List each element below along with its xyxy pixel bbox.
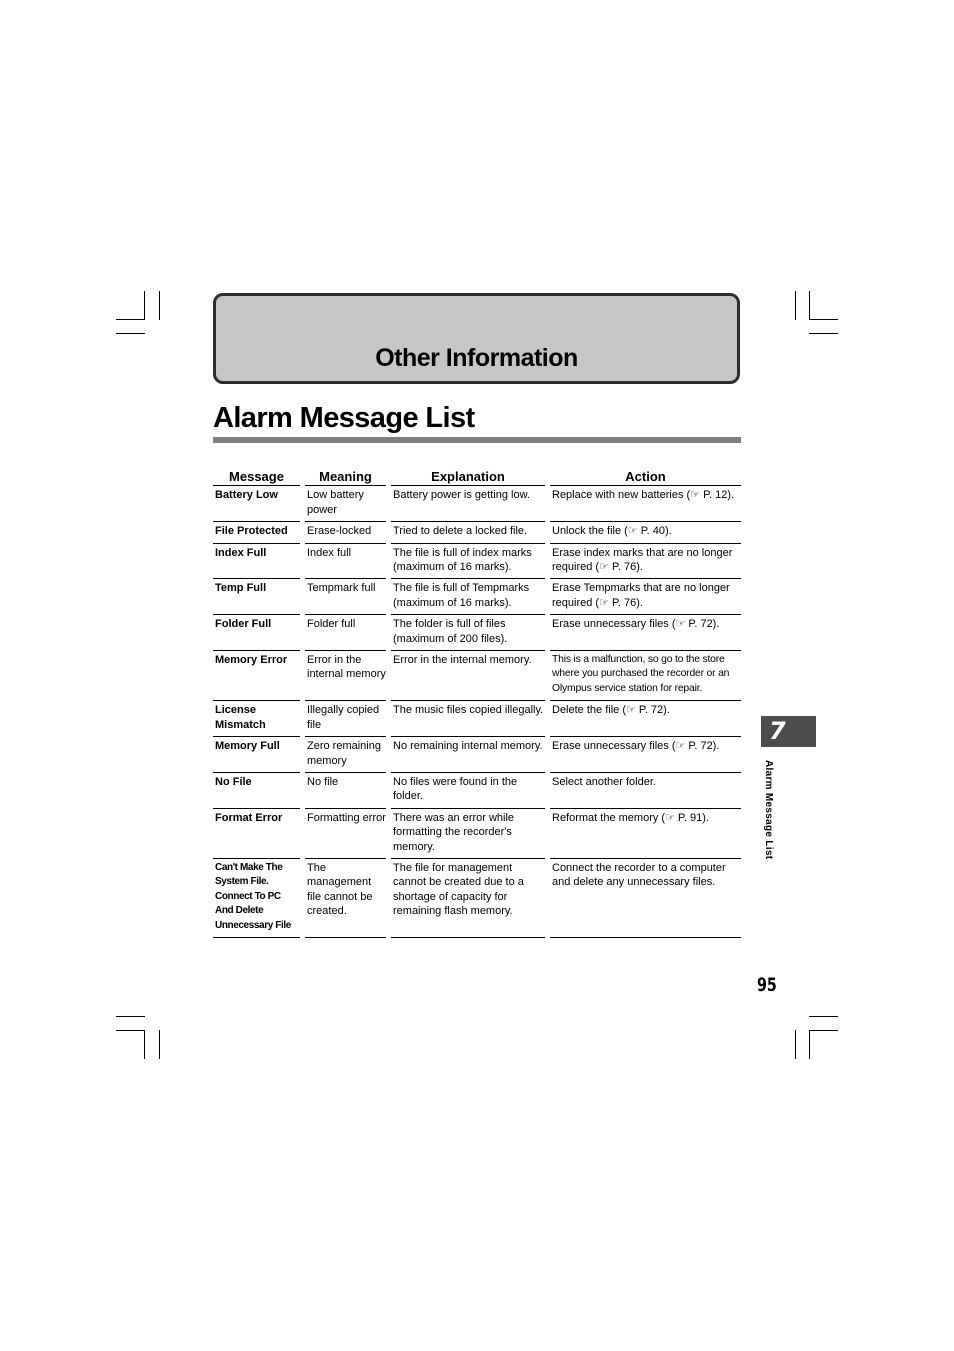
action-cell: Unlock the file (☞ P. 40). — [550, 522, 741, 544]
explanation-cell: The folder is full of files (maximum of … — [391, 615, 545, 652]
message-cell: Can't Make The System File. Connect To P… — [213, 859, 300, 938]
meaning-cell: Formatting error — [305, 809, 386, 859]
action-cell: Reformat the memory (☞ P. 91). — [550, 809, 741, 859]
action-cell: This is a malfunction, so go to the stor… — [550, 651, 741, 702]
meaning-cell: No file — [305, 773, 386, 809]
meaning-cell: Erase-locked — [305, 522, 386, 544]
message-cell: Battery Low — [213, 486, 300, 523]
column-header-message: Message — [213, 469, 300, 487]
table-row: Format Error Formatting error There was an… — [213, 809, 741, 859]
page-number: 95 — [757, 974, 777, 996]
message-cell: Folder Full — [213, 615, 300, 652]
table-row: Temp Full Tempmark full The file is full o… — [213, 579, 741, 616]
action-cell: Erase Tempmarks that are no longer requi… — [550, 579, 741, 616]
meaning-cell: Tempmark full — [305, 579, 386, 616]
explanation-cell: Battery power is getting low. — [391, 486, 545, 523]
explanation-cell: No remaining internal memory. — [391, 737, 545, 773]
meaning-cell: Error in the internal memory — [305, 651, 386, 702]
alarm-message-table: Message Meaning Explanation Action Batte… — [213, 469, 741, 938]
chapter-tab: 7 — [761, 716, 816, 747]
explanation-cell: The file for management cannot be create… — [391, 859, 545, 938]
table-row: No File No file No files were found in the… — [213, 773, 741, 809]
column-header-explanation: Explanation — [391, 469, 545, 487]
column-header-meaning: Meaning — [305, 469, 386, 487]
table-body: Battery Low Low battery power Battery powe… — [213, 486, 741, 938]
message-cell: No File — [213, 773, 300, 809]
action-cell: Delete the file (☞ P. 72). — [550, 701, 741, 738]
message-cell: Index Full — [213, 544, 300, 580]
table-row: License Mismatch Illegally copied file The… — [213, 701, 741, 738]
side-tab-label: Alarm Message List — [763, 760, 774, 860]
message-cell: Temp Full — [213, 579, 300, 616]
chapter-title: Other Information — [375, 344, 578, 372]
meaning-cell: The management file cannot be created. — [305, 859, 386, 938]
explanation-cell: No files were found in the folder. — [391, 773, 545, 809]
message-cell: File Protected — [213, 522, 300, 544]
section-divider — [213, 437, 741, 443]
explanation-cell: There was an error while formatting the … — [391, 809, 545, 859]
action-cell: Connect the recorder to a computer and d… — [550, 859, 741, 938]
explanation-cell: The file is full of index marks (maximum… — [391, 544, 545, 580]
meaning-cell: Index full — [305, 544, 386, 580]
chapter-tab-number: 7 — [769, 717, 786, 745]
message-cell: License Mismatch — [213, 701, 300, 738]
chapter-banner: Other Information — [213, 293, 740, 384]
table-row: File Protected Erase-locked Tried to delet… — [213, 522, 741, 544]
action-cell: Replace with new batteries (☞ P. 12). — [550, 486, 741, 523]
table-row: Folder Full Folder full The folder is full… — [213, 615, 741, 652]
action-cell: Erase unnecessary files (☞ P. 72). — [550, 737, 741, 773]
table-row: Memory Error Error in the internal memory… — [213, 651, 741, 702]
action-cell: Erase unnecessary files (☞ P. 72). — [550, 615, 741, 652]
section-title: Alarm Message List — [213, 402, 475, 434]
table-row: Memory Full Zero remaining memory No remai… — [213, 737, 741, 773]
table-row: Battery Low Low battery power Battery powe… — [213, 486, 741, 523]
column-header-action: Action — [550, 469, 741, 487]
explanation-cell: Error in the internal memory. — [391, 651, 545, 702]
action-cell: Select another folder. — [550, 773, 741, 809]
table-row: Index Full Index full The file is full of … — [213, 544, 741, 580]
meaning-cell: Low battery power — [305, 486, 386, 523]
meaning-cell: Folder full — [305, 615, 386, 652]
explanation-cell: The file is full of Tempmarks (maximum o… — [391, 579, 545, 616]
table-header-row: Message Meaning Explanation Action — [213, 469, 741, 487]
message-cell: Memory Full — [213, 737, 300, 773]
explanation-cell: Tried to delete a locked file. — [391, 522, 545, 544]
explanation-cell: The music files copied illegally. — [391, 701, 545, 738]
meaning-cell: Illegally copied file — [305, 701, 386, 738]
meaning-cell: Zero remaining memory — [305, 737, 386, 773]
message-cell: Memory Error — [213, 651, 300, 702]
table-row: Can't Make The System File. Connect To P… — [213, 859, 741, 938]
action-cell: Erase index marks that are no longer req… — [550, 544, 741, 580]
message-cell: Format Error — [213, 809, 300, 859]
